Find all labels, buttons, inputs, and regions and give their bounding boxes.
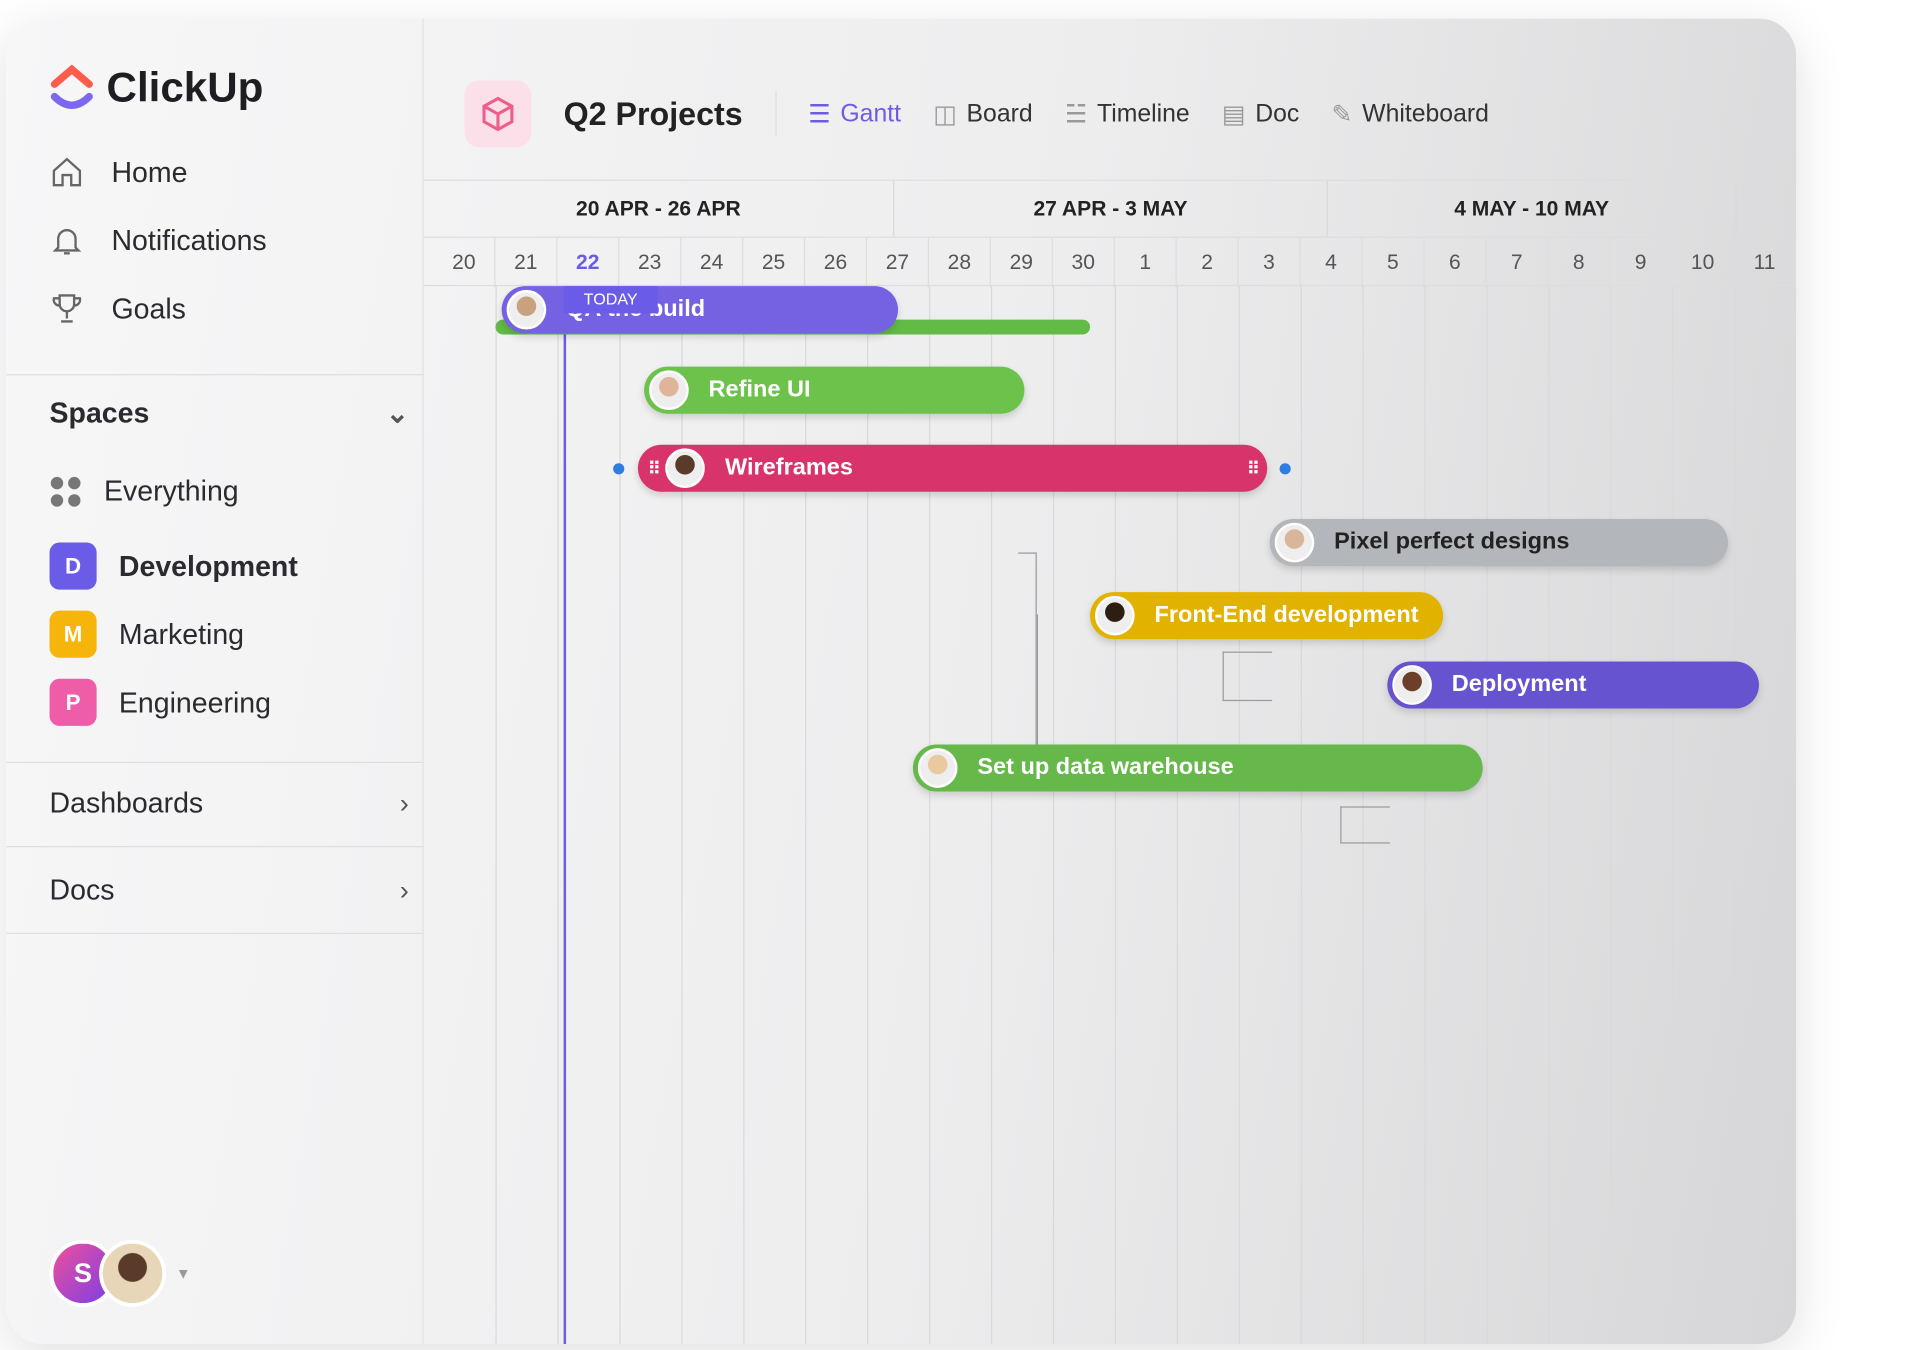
task-bar[interactable]: Set up data warehouse [912,744,1483,792]
divider [6,932,424,934]
space-everything[interactable]: Everything [50,474,239,507]
spaces-title: Spaces [49,396,150,429]
avatar [99,1239,166,1307]
cube-icon [464,80,532,148]
avatar [1095,595,1135,636]
spaces-header[interactable]: Spaces ⌄ [49,396,409,429]
gantt-chart: 20 APR - 26 APR 27 APR - 3 MAY 4 MAY - 1… [423,179,1797,1344]
task-name: Deployment [1451,671,1587,698]
bell-icon [52,229,82,255]
tab-label: Doc [1255,99,1300,127]
space-engineering[interactable]: P Engineering [49,678,271,726]
space-badge: P [49,678,97,726]
task-bar[interactable]: Front-End development [1090,592,1444,640]
whiteboard-icon: ✎ [1331,100,1353,129]
task-bar[interactable]: Deployment [1387,661,1759,709]
chevron-right-icon: › [399,787,409,819]
dependency-handle[interactable] [1279,463,1291,475]
task-bar[interactable]: Pixel perfect designs [1269,519,1728,567]
divider [6,761,424,764]
tab-label: Timeline [1096,99,1190,127]
app-window: ClickUp Home Notifications Goals Spaces … [6,18,1797,1344]
today-marker: TODAY [563,286,658,314]
user-menu[interactable]: S ▼ [49,1239,191,1307]
avatar [665,448,706,489]
home-icon [52,157,82,187]
chevron-right-icon: › [399,873,409,905]
doc-icon: ▤ [1221,100,1246,129]
docs-label: Docs [49,873,115,906]
chevron-down-icon[interactable]: ⌄ [386,397,409,429]
sidebar-item-home[interactable]: Home [50,155,188,190]
task-name: Pixel perfect designs [1334,528,1570,555]
gantt-icon: ☰ [808,100,831,129]
task-name: Refine UI [708,376,811,403]
tab-label: Gantt [840,99,901,127]
task-bar[interactable]: Refine UI [644,366,1025,414]
logo[interactable]: ClickUp [50,62,264,114]
sidebar-item-dashboards[interactable]: Dashboards › [49,786,409,820]
task-name: Front-End development [1154,602,1419,629]
sidebar-item-goals[interactable]: Goals [50,291,186,326]
board-icon: ◫ [933,100,957,129]
divider [6,846,424,848]
caret-down-icon: ▼ [175,1264,191,1283]
nav-label: Notifications [111,223,267,256]
space-badge: D [49,542,97,590]
space-label: Marketing [118,617,245,650]
space-development[interactable]: D Development [49,542,298,590]
sidebar-item-docs[interactable]: Docs › [49,873,409,906]
divider [6,374,424,376]
tab-timeline[interactable]: ☱ Timeline [1065,98,1190,129]
tab-whiteboard[interactable]: ✎ Whiteboard [1332,98,1489,129]
avatar [506,289,547,330]
nav-label: Home [111,155,188,188]
app-name: ClickUp [106,63,264,111]
sidebar: ClickUp Home Notifications Goals Spaces … [6,18,424,1344]
drag-handle-icon[interactable]: ⠿ [1247,458,1260,479]
task-bar[interactable]: ⠿ Wireframes ⠿ [637,444,1268,492]
tab-label: Board [966,99,1033,127]
view-header: Q2 Projects ☰ Gantt ◫ Board ☱ Timeline ▤ Doc… [464,80,1489,148]
drag-handle-icon[interactable]: ⠿ [648,458,661,479]
tab-board[interactable]: ◫ Board [933,98,1032,129]
trophy-icon [52,294,82,323]
task-bar[interactable]: QA the build [501,286,899,334]
clickup-logo-icon [50,64,93,109]
timeline-icon: ☱ [1064,100,1088,129]
grid-icon [50,476,81,507]
space-label: Engineering [118,685,271,718]
space-label: Development [118,549,298,582]
tab-doc[interactable]: ▤ Doc [1222,98,1299,129]
avatar [917,748,958,788]
nav-label: Goals [111,291,186,324]
space-label: Everything [104,474,239,507]
sidebar-item-notifications[interactable]: Notifications [50,223,267,258]
dependency-handle[interactable] [613,463,625,475]
divider [774,91,777,137]
space-badge: M [49,610,97,658]
space-marketing[interactable]: M Marketing [49,610,245,658]
tab-gantt[interactable]: ☰ Gantt [808,98,901,129]
task-name: Set up data warehouse [977,754,1234,781]
avatar [649,370,689,411]
avatar [1274,522,1315,563]
project-title: Q2 Projects [563,94,743,132]
dashboards-label: Dashboards [49,786,204,819]
tab-label: Whiteboard [1362,99,1489,127]
avatar [1392,665,1432,705]
task-name: Wireframes [724,454,853,481]
